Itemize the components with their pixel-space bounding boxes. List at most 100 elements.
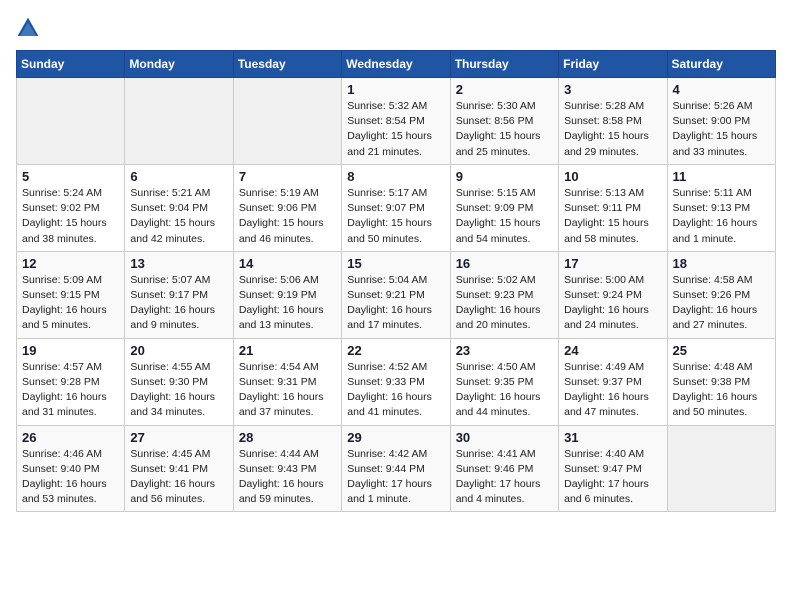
day-info: Sunrise: 4:50 AM Sunset: 9:35 PM Dayligh… (456, 360, 553, 421)
calendar-cell: 9 Sunrise: 5:15 AM Sunset: 9:09 PM Daylig… (450, 164, 558, 251)
day-info: Sunrise: 5:28 AM Sunset: 8:58 PM Dayligh… (564, 99, 661, 160)
calendar-cell: 19 Sunrise: 4:57 AM Sunset: 9:28 PM Dayli… (17, 338, 125, 425)
calendar-cell: 28 Sunrise: 4:44 AM Sunset: 9:43 PM Dayli… (233, 425, 341, 512)
day-info: Sunrise: 4:40 AM Sunset: 9:47 PM Dayligh… (564, 447, 661, 508)
calendar-cell: 11 Sunrise: 5:11 AM Sunset: 9:13 PM Dayli… (667, 164, 775, 251)
weekday-header-friday: Friday (559, 51, 667, 78)
day-number: 9 (456, 169, 553, 184)
day-info: Sunrise: 5:13 AM Sunset: 9:11 PM Dayligh… (564, 186, 661, 247)
day-number: 5 (22, 169, 119, 184)
day-number: 28 (239, 430, 336, 445)
day-number: 17 (564, 256, 661, 271)
calendar-cell: 31 Sunrise: 4:40 AM Sunset: 9:47 PM Dayli… (559, 425, 667, 512)
weekday-header-sunday: Sunday (17, 51, 125, 78)
week-row-5: 26Sunrise: 4:46 AM Sunset: 9:40 PM Dayli… (17, 425, 776, 512)
day-number: 20 (130, 343, 227, 358)
weekday-header-tuesday: Tuesday (233, 51, 341, 78)
calendar-cell: 25 Sunrise: 4:48 AM Sunset: 9:38 PM Dayli… (667, 338, 775, 425)
day-info: Sunrise: 5:00 AM Sunset: 9:24 PM Dayligh… (564, 273, 661, 334)
day-info: Sunrise: 4:48 AM Sunset: 9:38 PM Dayligh… (673, 360, 770, 421)
day-number: 19 (22, 343, 119, 358)
day-number: 25 (673, 343, 770, 358)
day-info: Sunrise: 4:55 AM Sunset: 9:30 PM Dayligh… (130, 360, 227, 421)
day-number: 18 (673, 256, 770, 271)
day-number: 30 (456, 430, 553, 445)
calendar-cell: 23 Sunrise: 4:50 AM Sunset: 9:35 PM Dayli… (450, 338, 558, 425)
weekday-header-wednesday: Wednesday (342, 51, 450, 78)
day-number: 7 (239, 169, 336, 184)
calendar-cell: 8Sunrise: 5:17 AM Sunset: 9:07 PM Daylig… (342, 164, 450, 251)
logo-icon (16, 16, 40, 40)
calendar-cell: 16 Sunrise: 5:02 AM Sunset: 9:23 PM Dayli… (450, 251, 558, 338)
calendar-cell: 29Sunrise: 4:42 AM Sunset: 9:44 PM Dayli… (342, 425, 450, 512)
day-number: 21 (239, 343, 336, 358)
day-info: Sunrise: 4:52 AM Sunset: 9:33 PM Dayligh… (347, 360, 444, 421)
day-number: 6 (130, 169, 227, 184)
calendar-cell: 21 Sunrise: 4:54 AM Sunset: 9:31 PM Dayli… (233, 338, 341, 425)
calendar-cell: 12 Sunrise: 5:09 AM Sunset: 9:15 PM Dayli… (17, 251, 125, 338)
week-row-2: 5 Sunrise: 5:24 AM Sunset: 9:02 PM Daylig… (17, 164, 776, 251)
day-number: 24 (564, 343, 661, 358)
calendar-table: SundayMondayTuesdayWednesdayThursdayFrid… (16, 50, 776, 512)
header (16, 16, 776, 40)
day-info: Sunrise: 4:41 AM Sunset: 9:46 PM Dayligh… (456, 447, 553, 508)
calendar-cell: 22 Sunrise: 4:52 AM Sunset: 9:33 PM Dayli… (342, 338, 450, 425)
week-row-3: 12 Sunrise: 5:09 AM Sunset: 9:15 PM Dayli… (17, 251, 776, 338)
day-info: Sunrise: 5:32 AM Sunset: 8:54 PM Dayligh… (347, 99, 444, 160)
day-info: Sunrise: 5:21 AM Sunset: 9:04 PM Dayligh… (130, 186, 227, 247)
day-info: Sunrise: 5:09 AM Sunset: 9:15 PM Dayligh… (22, 273, 119, 334)
day-number: 13 (130, 256, 227, 271)
day-number: 2 (456, 82, 553, 97)
calendar-cell: 3 Sunrise: 5:28 AM Sunset: 8:58 PM Daylig… (559, 78, 667, 165)
day-number: 29 (347, 430, 444, 445)
calendar-cell: 5 Sunrise: 5:24 AM Sunset: 9:02 PM Daylig… (17, 164, 125, 251)
day-number: 4 (673, 82, 770, 97)
week-row-4: 19 Sunrise: 4:57 AM Sunset: 9:28 PM Dayli… (17, 338, 776, 425)
day-info: Sunrise: 5:24 AM Sunset: 9:02 PM Dayligh… (22, 186, 119, 247)
calendar-cell: 6 Sunrise: 5:21 AM Sunset: 9:04 PM Daylig… (125, 164, 233, 251)
day-number: 3 (564, 82, 661, 97)
calendar-cell: 18 Sunrise: 4:58 AM Sunset: 9:26 PM Dayli… (667, 251, 775, 338)
day-info: Sunrise: 5:17 AM Sunset: 9:07 PM Dayligh… (347, 186, 444, 247)
logo (16, 16, 44, 40)
day-info: Sunrise: 5:19 AM Sunset: 9:06 PM Dayligh… (239, 186, 336, 247)
calendar-cell (17, 78, 125, 165)
day-info: Sunrise: 5:15 AM Sunset: 9:09 PM Dayligh… (456, 186, 553, 247)
calendar-cell: 27 Sunrise: 4:45 AM Sunset: 9:41 PM Dayli… (125, 425, 233, 512)
day-info: Sunrise: 5:02 AM Sunset: 9:23 PM Dayligh… (456, 273, 553, 334)
day-number: 12 (22, 256, 119, 271)
day-number: 23 (456, 343, 553, 358)
weekday-header-saturday: Saturday (667, 51, 775, 78)
day-number: 15 (347, 256, 444, 271)
day-info: Sunrise: 4:58 AM Sunset: 9:26 PM Dayligh… (673, 273, 770, 334)
calendar-cell: 30 Sunrise: 4:41 AM Sunset: 9:46 PM Dayli… (450, 425, 558, 512)
day-info: Sunrise: 4:57 AM Sunset: 9:28 PM Dayligh… (22, 360, 119, 421)
calendar-cell: 7 Sunrise: 5:19 AM Sunset: 9:06 PM Daylig… (233, 164, 341, 251)
day-info: Sunrise: 4:49 AM Sunset: 9:37 PM Dayligh… (564, 360, 661, 421)
calendar-cell: 26Sunrise: 4:46 AM Sunset: 9:40 PM Dayli… (17, 425, 125, 512)
day-number: 11 (673, 169, 770, 184)
day-number: 26 (22, 430, 119, 445)
day-info: Sunrise: 5:06 AM Sunset: 9:19 PM Dayligh… (239, 273, 336, 334)
day-info: Sunrise: 4:44 AM Sunset: 9:43 PM Dayligh… (239, 447, 336, 508)
day-number: 27 (130, 430, 227, 445)
day-number: 10 (564, 169, 661, 184)
calendar-cell: 4Sunrise: 5:26 AM Sunset: 9:00 PM Daylig… (667, 78, 775, 165)
day-info: Sunrise: 4:45 AM Sunset: 9:41 PM Dayligh… (130, 447, 227, 508)
calendar-cell: 14 Sunrise: 5:06 AM Sunset: 9:19 PM Dayli… (233, 251, 341, 338)
day-number: 14 (239, 256, 336, 271)
day-info: Sunrise: 5:07 AM Sunset: 9:17 PM Dayligh… (130, 273, 227, 334)
calendar-cell (233, 78, 341, 165)
day-number: 31 (564, 430, 661, 445)
calendar-cell: 20 Sunrise: 4:55 AM Sunset: 9:30 PM Dayli… (125, 338, 233, 425)
calendar-cell (667, 425, 775, 512)
weekday-header-monday: Monday (125, 51, 233, 78)
calendar-cell: 17 Sunrise: 5:00 AM Sunset: 9:24 PM Dayli… (559, 251, 667, 338)
day-number: 22 (347, 343, 444, 358)
day-info: Sunrise: 5:11 AM Sunset: 9:13 PM Dayligh… (673, 186, 770, 247)
calendar-cell: 2Sunrise: 5:30 AM Sunset: 8:56 PM Daylig… (450, 78, 558, 165)
calendar-cell: 10 Sunrise: 5:13 AM Sunset: 9:11 PM Dayli… (559, 164, 667, 251)
day-number: 16 (456, 256, 553, 271)
day-info: Sunrise: 4:54 AM Sunset: 9:31 PM Dayligh… (239, 360, 336, 421)
calendar-cell: 13 Sunrise: 5:07 AM Sunset: 9:17 PM Dayli… (125, 251, 233, 338)
